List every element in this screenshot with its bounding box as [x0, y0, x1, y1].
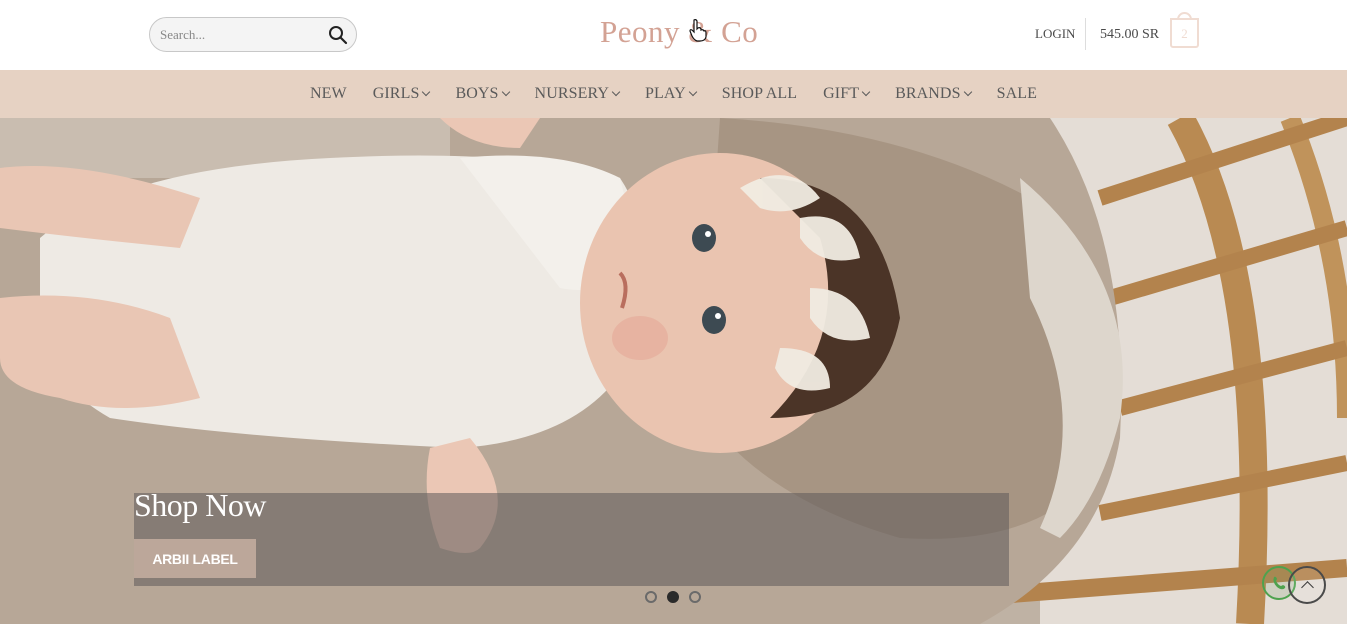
search-icon — [329, 26, 348, 45]
nav-item-label: BRANDS — [895, 85, 961, 102]
nav-item-nursery[interactable]: NURSERY — [522, 85, 633, 103]
back-to-top-button[interactable] — [1288, 566, 1326, 604]
slider-dot-1[interactable] — [645, 591, 657, 603]
login-link[interactable]: LOGIN — [1035, 26, 1075, 42]
header-divider — [1085, 18, 1086, 50]
slider-dots — [645, 591, 701, 603]
cart-count-badge[interactable]: 2 — [1170, 18, 1199, 48]
nav-item-label: NEW — [309, 85, 347, 102]
chevron-down-icon — [963, 87, 972, 97]
nav-item-sale[interactable]: SALE — [984, 85, 1050, 103]
site-logo[interactable]: Peony & Co — [600, 14, 758, 50]
hand-cursor-icon — [689, 19, 707, 42]
nav-item-label: PLAY — [645, 85, 686, 102]
slide-title: Shop Now — [134, 487, 267, 523]
shop-brand-button[interactable]: ARBII LABEL — [134, 539, 256, 578]
chevron-down-icon — [861, 87, 871, 97]
nav-item-label: GIRLS — [372, 85, 420, 102]
site-header: Peony & Co LOGIN 545.00 SR 2 — [0, 0, 1347, 70]
nav-item-girls[interactable]: GIRLS — [360, 85, 443, 103]
chevron-down-icon — [422, 87, 431, 97]
slider-dot-3[interactable] — [689, 591, 701, 603]
main-nav: NEW GIRLS BOYS NURSERY PLAY SHOP ALL GIF… — [0, 70, 1347, 118]
nav-item-new[interactable]: NEW — [297, 85, 360, 103]
nav-item-brands[interactable]: BRANDS — [882, 85, 984, 103]
search-button[interactable] — [328, 25, 348, 45]
nav-item-label: BOYS — [455, 85, 499, 102]
chevron-down-icon — [611, 87, 621, 97]
nav-item-boys[interactable]: BOYS — [442, 85, 521, 103]
nav-item-label: SHOP ALL — [721, 85, 798, 102]
chevron-down-icon — [688, 87, 698, 97]
chevron-down-icon — [501, 87, 510, 97]
nav-item-play[interactable]: PLAY — [632, 85, 709, 103]
chevron-up-icon — [1301, 581, 1314, 594]
slider-dot-2[interactable] — [667, 591, 679, 603]
nav-item-shop-all[interactable]: SHOP ALL — [709, 85, 810, 103]
nav-item-label: NURSERY — [534, 85, 610, 102]
nav-item-label: SALE — [996, 85, 1037, 102]
nav-item-label: GIFT — [823, 85, 860, 102]
search-box — [149, 17, 357, 52]
slide-caption: Shop Now ARBII LABEL — [134, 487, 1009, 586]
hero-slider[interactable]: Shop Now ARBII LABEL — [0, 118, 1347, 624]
nav-item-gift[interactable]: GIFT — [810, 85, 882, 103]
cart-total[interactable]: 545.00 SR — [1100, 27, 1159, 43]
search-input[interactable] — [160, 26, 320, 44]
